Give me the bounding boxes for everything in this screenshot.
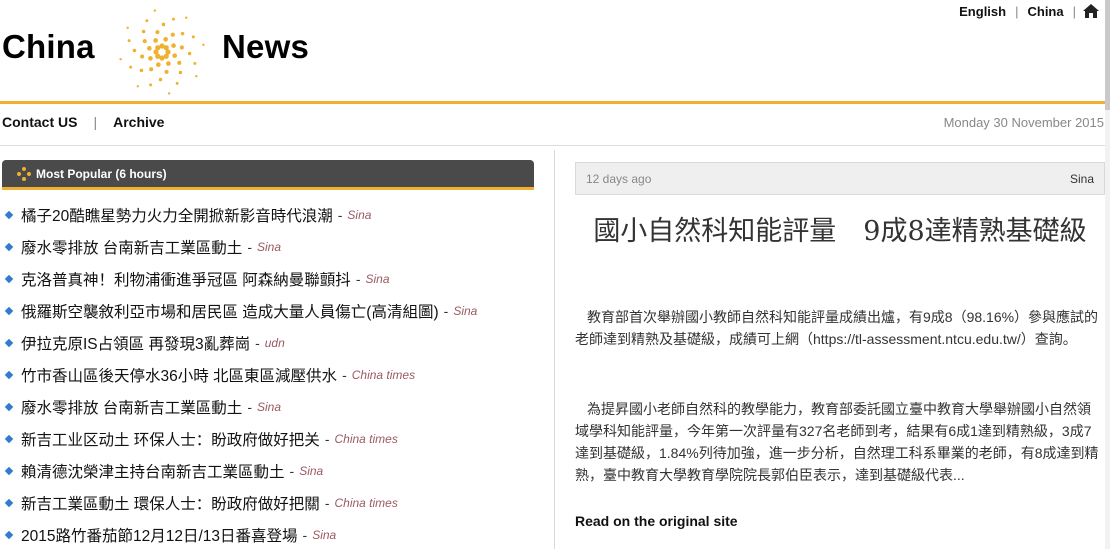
most-popular-header: Most Popular (6 hours) <box>2 160 534 190</box>
bullet-icon <box>4 274 14 284</box>
article-age: 12 days ago <box>586 171 652 186</box>
bullet-icon <box>4 210 14 220</box>
popular-list-item: 廢水零排放 台南新吉工業區動土 - Sina <box>0 391 550 423</box>
bullet-icon <box>4 370 14 380</box>
popular-headline-link[interactable]: 新吉工业区动土 环保人士：盼政府做好把关 <box>21 428 320 450</box>
popular-list-item: 克洛普真神！利物浦衝進爭冠區 阿森納曼聯顫抖 - Sina <box>0 263 550 295</box>
home-icon[interactable] <box>1082 3 1100 19</box>
popular-headline-link[interactable]: 廢水零排放 台南新吉工業區動土 <box>21 236 242 258</box>
popular-source: udn <box>264 336 285 350</box>
popular-headline-link[interactable]: 新吉工業區動土 環保人士：盼政府做好把關 <box>21 492 320 514</box>
popular-source: Sina <box>453 304 478 318</box>
popular-headline-link[interactable]: 賴清德沈榮津主持台南新吉工業區動土 <box>21 460 285 482</box>
popular-list-item: 竹市香山區後天停水36小時 北區東區減壓供水 - China times <box>0 359 550 391</box>
header-accent-line <box>0 101 1105 104</box>
popular-source: Sina <box>299 464 324 478</box>
article-title: 國小自然科知能評量 9成8達精熟基礎級 <box>593 216 1087 247</box>
popular-list-item: 俄羅斯空襲敘利亞市場和居民區 造成大量人員傷亡(高清組圖) - Sina <box>0 295 550 327</box>
popular-list-item: 賴清德沈榮津主持台南新吉工業區動土 - Sina <box>0 455 550 487</box>
brand-name-left: China <box>2 28 95 65</box>
source-dash: - <box>302 527 308 543</box>
popular-list-item: 新吉工业区动土 环保人士：盼政府做好把关 - China times <box>0 423 550 455</box>
bullet-icon <box>4 402 14 412</box>
site-header: China News English | China | <box>0 0 1110 105</box>
bullet-icon <box>4 338 14 348</box>
popular-list-item: 伊拉克原IS占領區 再發現3亂葬崗 - udn <box>0 327 550 359</box>
popular-list-item: 橘子20酷瞧星勢力火力全開掀新影音時代浪潮 - Sina <box>0 199 550 231</box>
current-date: Monday 30 November 2015 <box>943 115 1104 130</box>
popular-headline-link[interactable]: 俄羅斯空襲敘利亞市場和居民區 造成大量人員傷亡(高清組圖) <box>21 300 439 322</box>
article-paragraph: 教育部首次舉辦國小教師自然科知能評量成績出爐，有9成8（98.16%）參與應試的… <box>575 309 1099 347</box>
brand-name-right: News <box>222 28 310 65</box>
source-dash: - <box>337 207 343 223</box>
bullet-icon <box>4 434 14 444</box>
logo-icon <box>119 9 205 95</box>
popular-headline-link[interactable]: 橘子20酷瞧星勢力火力全開掀新影音時代浪潮 <box>21 204 333 226</box>
archive-link[interactable]: Archive <box>113 114 164 130</box>
article-source: Sina <box>1069 171 1094 186</box>
source-dash: - <box>443 303 449 319</box>
popular-headline-link[interactable]: 廢水零排放 台南新吉工業區動土 <box>21 396 242 418</box>
bullet-icon <box>4 242 14 252</box>
popular-source: Sina <box>312 528 337 542</box>
source-dash: - <box>342 367 347 383</box>
read-original-link[interactable]: Read on the original site <box>575 513 738 529</box>
page-scrollbar[interactable] <box>1105 0 1110 549</box>
popular-headline-link[interactable]: 伊拉克原IS占領區 再發現3亂葬崗 <box>21 332 250 354</box>
popular-headline-link[interactable]: 竹市香山區後天停水36小時 北區東區減壓供水 <box>21 364 337 386</box>
source-dash: - <box>324 431 330 447</box>
main-nav: Contact US | Archive <box>2 114 164 130</box>
bullet-icon <box>4 466 14 476</box>
popular-source: China times <box>351 368 416 382</box>
column-divider <box>554 150 555 549</box>
source-dash: - <box>247 399 252 415</box>
nav-separator: | <box>93 114 98 130</box>
popular-headline-link[interactable]: 2015路竹番茄節12月12日/13日番喜登場 <box>21 524 298 546</box>
most-popular-title: Most Popular (6 hours) <box>36 166 167 181</box>
source-dash: - <box>289 463 295 479</box>
bullet-icon <box>4 306 14 316</box>
article-paragraph: 為提昇國小老師自然科的教學能力，教育部委託國立臺中教育大學舉辦國小自然領域學科知… <box>575 401 1099 483</box>
most-popular-list: 橘子20酷瞧星勢力火力全開掀新影音時代浪潮 - Sina 廢水零排放 台南新吉工業區動… <box>0 199 550 549</box>
scrollbar-thumb[interactable] <box>1105 0 1110 110</box>
lang-english-link[interactable]: English <box>950 4 1015 19</box>
popular-list-item: 新吉工業區動土 環保人士：盼政府做好把關 - China times <box>0 487 550 519</box>
popular-source: Sina <box>256 240 282 254</box>
source-dash: - <box>255 335 260 351</box>
nav-divider <box>0 145 1105 146</box>
source-dash: - <box>355 271 361 287</box>
popular-source: Sina <box>365 272 390 286</box>
popular-source: Sina <box>256 400 282 414</box>
article-meta-bar: 12 days ago Sina <box>575 162 1105 195</box>
source-dash: - <box>247 239 252 255</box>
lang-china-link[interactable]: China <box>1018 4 1072 19</box>
popular-list-item: 2015路竹番茄節12月12日/13日番喜登場 - Sina <box>0 519 550 549</box>
language-bar: English | China | <box>950 3 1100 19</box>
popular-source: China times <box>334 496 398 510</box>
popular-source: Sina <box>347 208 372 222</box>
popular-source: China times <box>334 432 398 446</box>
bullet-icon <box>4 530 14 540</box>
popular-headline-link[interactable]: 克洛普真神！利物浦衝進爭冠區 阿森納曼聯顫抖 <box>21 268 351 290</box>
diamond-dots-icon <box>17 166 31 181</box>
lang-separator: | <box>1072 3 1076 19</box>
bullet-icon <box>4 498 14 508</box>
popular-list-item: 廢水零排放 台南新吉工業區動土 - Sina <box>0 231 550 263</box>
source-dash: - <box>324 495 330 511</box>
contact-us-link[interactable]: Contact US <box>2 114 77 130</box>
